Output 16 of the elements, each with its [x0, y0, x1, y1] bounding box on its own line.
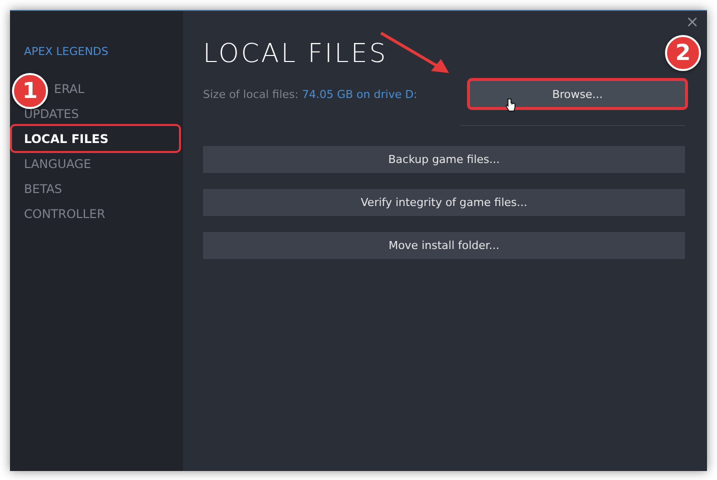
action-button[interactable]: Move install folder... [203, 232, 685, 259]
close-button[interactable]: × [686, 12, 699, 31]
step-badge: 1 [12, 73, 48, 109]
sidebar-item[interactable]: LOCAL FILES [12, 126, 179, 151]
size-info: Size of local files: 74.05 GB on drive D: [203, 88, 418, 100]
page-title: LOCAL FILES [203, 39, 388, 69]
sidebar-item[interactable]: CONTROLLER [24, 201, 183, 226]
step-badge: 2 [665, 35, 701, 71]
action-button[interactable]: Verify integrity of game files... [203, 189, 685, 216]
hand-cursor-icon [504, 98, 516, 112]
browse-button[interactable]: Browse... [470, 81, 685, 107]
sidebar-item[interactable]: LANGUAGE [24, 151, 183, 176]
action-button[interactable]: Backup game files... [203, 146, 685, 173]
sidebar-item[interactable]: ERAL [54, 76, 84, 101]
sidebar-item[interactable]: BETAS [24, 176, 183, 201]
game-title: APEX LEGENDS [24, 45, 110, 58]
